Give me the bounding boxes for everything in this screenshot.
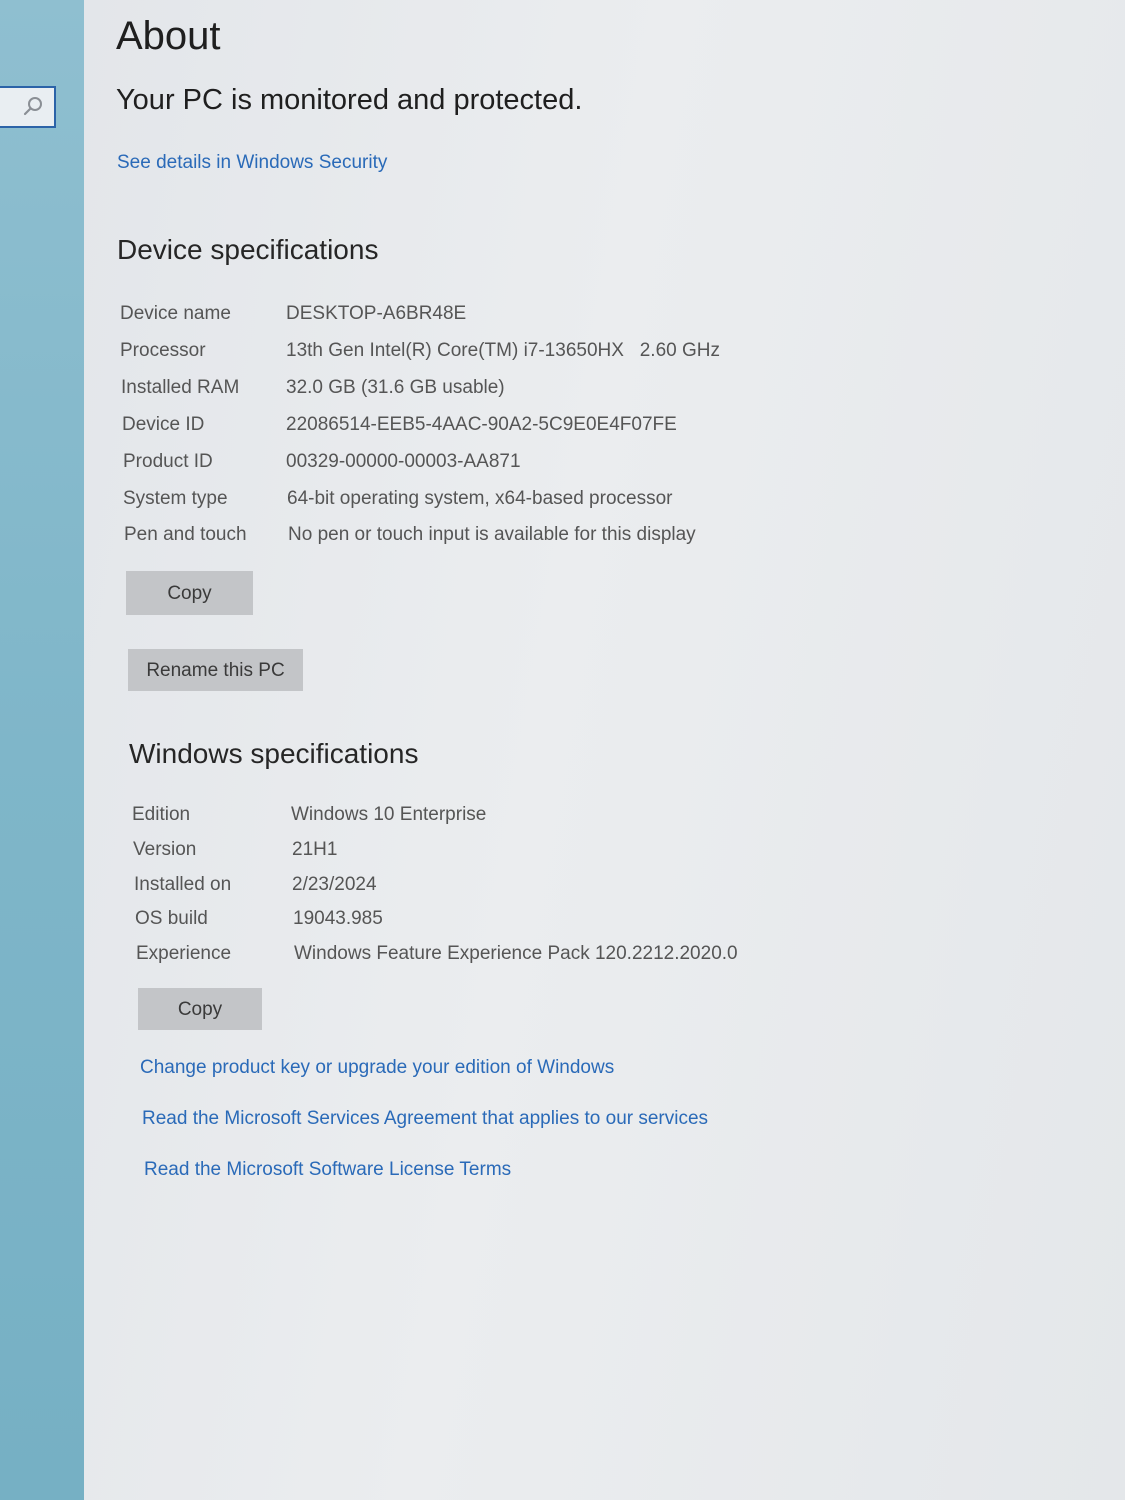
spec-value-device-id: 22086514-EEB5-4AAC-90A2-5C9E0E4F07FE: [286, 414, 677, 435]
search-icon[interactable]: [22, 96, 44, 118]
windows-specs-title: Windows specifications: [129, 738, 419, 769]
device-specs-copy-button[interactable]: Copy: [126, 571, 253, 615]
spec-value-pen-and-touch: No pen or touch input is available for t…: [288, 524, 696, 545]
spec-label-processor: Processor: [120, 340, 206, 361]
about-page: About Your PC is monitored and protected…: [84, 0, 1125, 1500]
spec-value-product-id: 00329-00000-00003-AA871: [286, 451, 521, 472]
spec-value-experience: Windows Feature Experience Pack 120.2212…: [294, 943, 738, 964]
spec-label-experience: Experience: [136, 943, 232, 964]
spec-label-pen-and-touch: Pen and touch: [124, 524, 247, 545]
spec-value-edition: Windows 10 Enterprise: [291, 804, 487, 825]
rename-pc-button[interactable]: Rename this PC: [128, 649, 303, 691]
change-product-key-link[interactable]: Change product key or upgrade your editi…: [140, 1057, 614, 1079]
services-agreement-link[interactable]: Read the Microsoft Services Agreement th…: [142, 1108, 708, 1130]
spec-value-os-build: 19043.985: [293, 908, 383, 929]
windows-security-link[interactable]: See details in Windows Security: [117, 152, 387, 174]
spec-value-device-name: DESKTOP-A6BR48E: [286, 303, 467, 324]
device-specs-title: Device specifications: [117, 234, 379, 265]
security-status: Your PC is monitored and protected.: [116, 84, 583, 116]
spec-label-installed-on: Installed on: [134, 874, 232, 895]
license-terms-link[interactable]: Read the Microsoft Software License Term…: [144, 1159, 511, 1181]
search-box[interactable]: [0, 86, 56, 128]
spec-value-version: 21H1: [292, 839, 338, 860]
page-title: About: [116, 14, 221, 58]
spec-label-edition: Edition: [132, 804, 191, 825]
spec-label-device-name: Device name: [120, 303, 231, 324]
spec-label-device-id: Device ID: [122, 414, 205, 435]
windows-specs-copy-button[interactable]: Copy: [138, 988, 262, 1030]
spec-value-installed-on: 2/23/2024: [292, 874, 377, 895]
spec-label-product-id: Product ID: [123, 451, 213, 472]
spec-value-installed-ram: 32.0 GB (31.6 GB usable): [286, 377, 505, 398]
spec-value-system-type: 64-bit operating system, x64-based proce…: [287, 488, 673, 509]
spec-label-installed-ram: Installed RAM: [121, 377, 240, 398]
spec-label-version: Version: [133, 839, 197, 860]
spec-value-processor: 13th Gen Intel(R) Core(TM) i7-13650HX 2.…: [286, 340, 721, 361]
spec-label-system-type: System type: [123, 488, 228, 509]
spec-label-os-build: OS build: [135, 908, 208, 929]
